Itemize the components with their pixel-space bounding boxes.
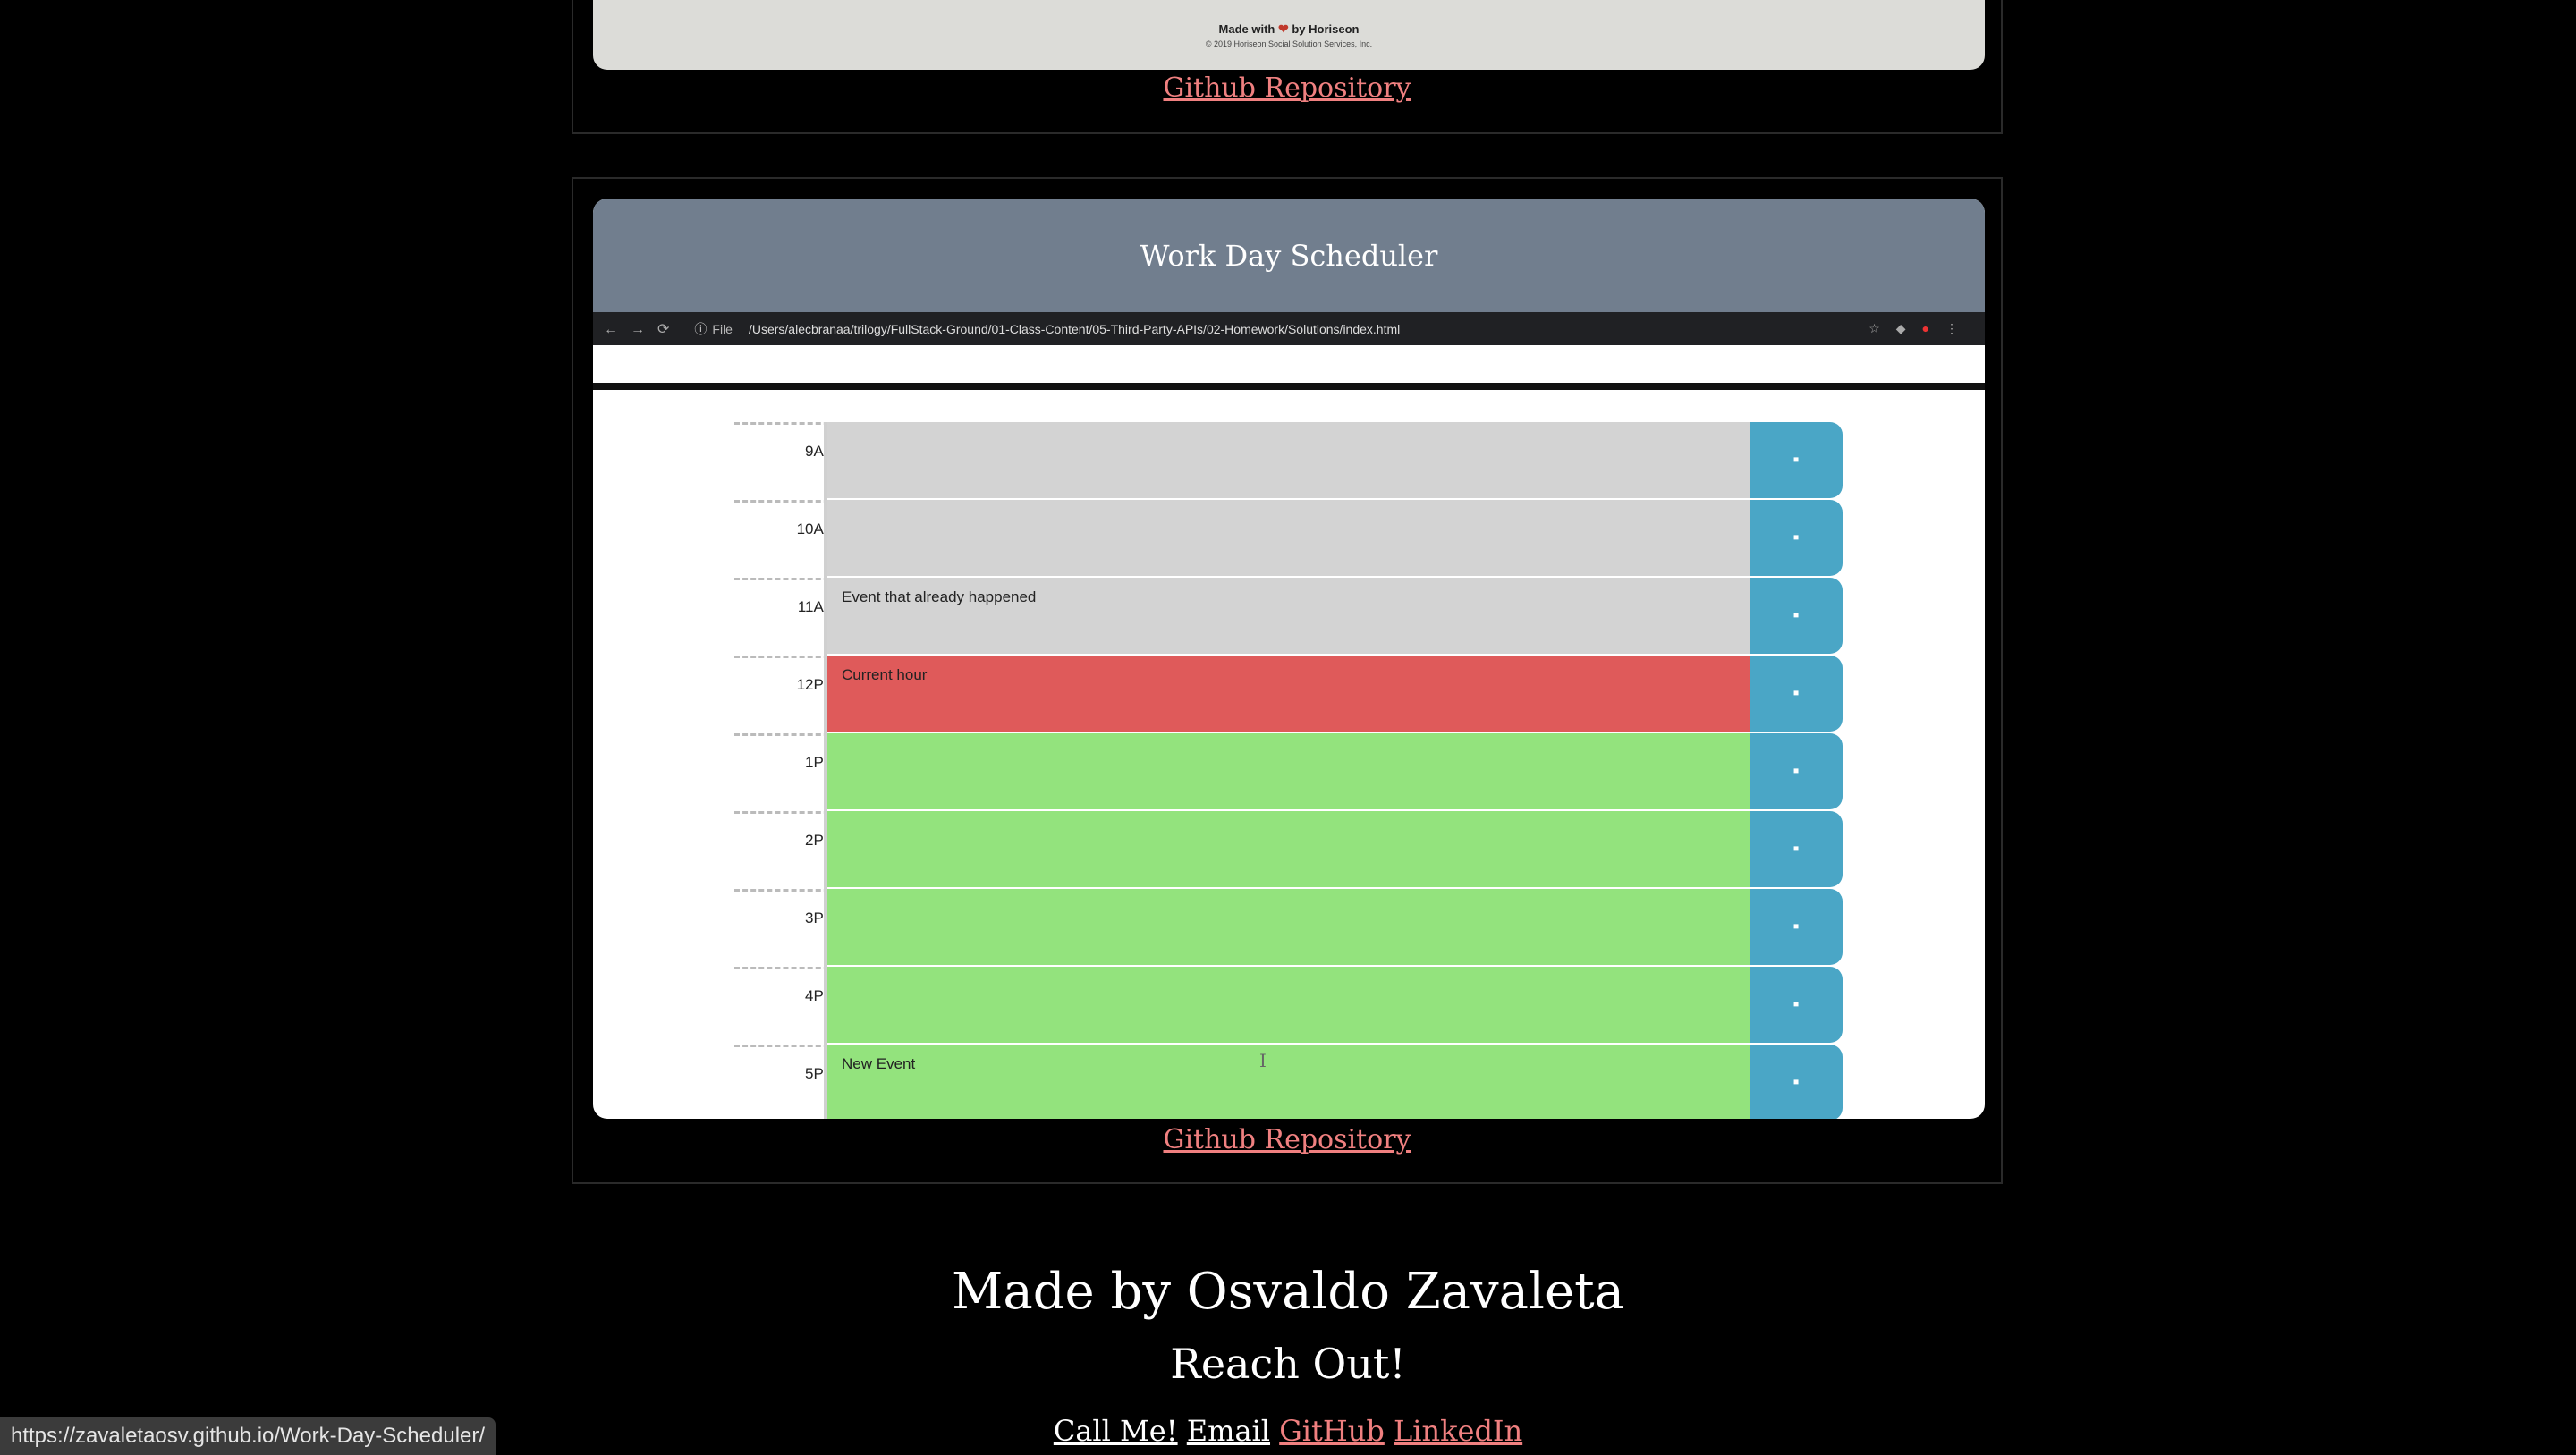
linkedin-link[interactable]: LinkedIn bbox=[1394, 1414, 1522, 1448]
save-button[interactable]: ▪ bbox=[1750, 578, 1843, 654]
info-icon: ⓘ bbox=[694, 321, 708, 336]
project-card: Work Day Scheduler ←→⟳ ⓘ File /Users/ale… bbox=[572, 177, 2003, 1184]
event-textarea[interactable]: New Event bbox=[827, 1045, 1750, 1119]
previous-project-card: Made with ❤ by Horiseon © 2019 Horiseon … bbox=[572, 0, 2003, 134]
browser-extension-icons: ☆◆●⋮ bbox=[1868, 321, 1974, 335]
save-button[interactable]: ▪ bbox=[1750, 811, 1843, 887]
made-with-text: Made with ❤ by Horiseon bbox=[1218, 21, 1360, 36]
heart-icon: ❤ bbox=[1277, 21, 1289, 36]
project-github-link[interactable]: Github Repository bbox=[1163, 1124, 1411, 1155]
time-block-row: 3PM ▪ bbox=[593, 889, 1985, 967]
floppy-disk-icon: ▪ bbox=[1792, 528, 1800, 547]
time-block-row: 2PM ▪ bbox=[593, 811, 1985, 889]
time-block-row: 12PM Current hour ▪ bbox=[593, 656, 1985, 733]
browser-nav-icons: ←→⟳ bbox=[604, 321, 682, 337]
file-label: File bbox=[712, 321, 733, 336]
event-textarea[interactable] bbox=[827, 500, 1750, 576]
floppy-disk-icon: ▪ bbox=[1792, 450, 1800, 469]
project-title: Work Day Scheduler bbox=[593, 199, 1985, 312]
previous-project-screenshot: Made with ❤ by Horiseon © 2019 Horiseon … bbox=[593, 0, 1985, 70]
time-block-row: 10AM ▪ bbox=[593, 500, 1985, 578]
event-textarea[interactable] bbox=[827, 811, 1750, 887]
floppy-disk-icon: ▪ bbox=[1792, 994, 1800, 1014]
time-block-row: 11AM Event that already happened ▪ bbox=[593, 578, 1985, 656]
previous-project-copyright: © 2019 Horiseon Social Solution Services… bbox=[1205, 39, 1373, 48]
page-jumbotron-strip bbox=[593, 345, 1985, 390]
floppy-disk-icon: ▪ bbox=[1792, 917, 1800, 936]
github-link[interactable]: GitHub bbox=[1279, 1414, 1385, 1448]
floppy-disk-icon: ▪ bbox=[1792, 761, 1800, 781]
save-button[interactable]: ▪ bbox=[1750, 889, 1843, 965]
save-button[interactable]: ▪ bbox=[1750, 967, 1843, 1043]
event-textarea[interactable] bbox=[827, 733, 1750, 809]
event-textarea[interactable]: Event that already happened bbox=[827, 578, 1750, 654]
text-cursor-icon: I bbox=[1259, 1050, 1267, 1071]
footer-subtitle: Reach Out! bbox=[1170, 1340, 1406, 1388]
event-textarea[interactable] bbox=[827, 967, 1750, 1043]
floppy-disk-icon: ▪ bbox=[1792, 839, 1800, 859]
status-bar-url: https://zavaletaosv.github.io/Work-Day-S… bbox=[0, 1417, 496, 1455]
repo-link-container: Github Repository bbox=[573, 1124, 2001, 1155]
previous-project-github-link[interactable]: Github Repository bbox=[1163, 72, 1411, 104]
footer-title: Made by Osvaldo Zavaleta bbox=[951, 1263, 1624, 1321]
browser-url: /Users/alecbranaa/trilogy/FullStack-Grou… bbox=[748, 321, 1401, 336]
repo-link-container: Github Repository bbox=[573, 72, 2001, 104]
time-block-row: 5PM New Event ▪ I bbox=[593, 1045, 1985, 1119]
time-block-row: 9AM ▪ bbox=[593, 422, 1985, 500]
event-textarea[interactable] bbox=[827, 422, 1750, 498]
browser-toolbar: ←→⟳ ⓘ File /Users/alecbranaa/trilogy/Ful… bbox=[593, 312, 1985, 345]
event-textarea[interactable]: Current hour bbox=[827, 656, 1750, 732]
email-link[interactable]: Email bbox=[1187, 1414, 1270, 1448]
call-link[interactable]: Call Me! bbox=[1054, 1414, 1178, 1448]
floppy-disk-icon: ▪ bbox=[1792, 1072, 1800, 1092]
time-block-row: 4PM ▪ bbox=[593, 967, 1985, 1045]
save-button[interactable]: ▪ bbox=[1750, 733, 1843, 809]
event-textarea[interactable] bbox=[827, 889, 1750, 965]
project-screenshot[interactable]: Work Day Scheduler ←→⟳ ⓘ File /Users/ale… bbox=[593, 199, 1985, 1119]
save-button[interactable]: ▪ bbox=[1750, 500, 1843, 576]
save-button[interactable]: ▪ bbox=[1750, 1045, 1843, 1119]
floppy-disk-icon: ▪ bbox=[1792, 683, 1800, 703]
save-button[interactable]: ▪ bbox=[1750, 422, 1843, 498]
save-button[interactable]: ▪ bbox=[1750, 656, 1843, 732]
time-block-row: 1PM ▪ bbox=[593, 733, 1985, 811]
floppy-disk-icon: ▪ bbox=[1792, 605, 1800, 625]
